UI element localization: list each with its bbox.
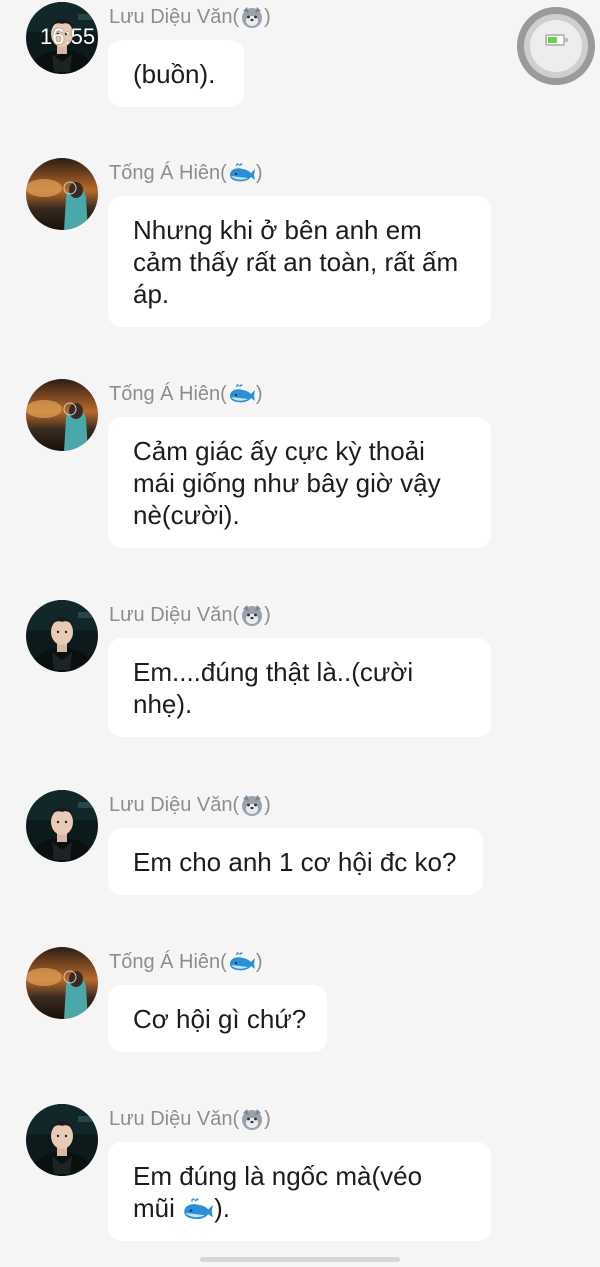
battery-icon xyxy=(545,34,568,46)
whale-icon xyxy=(228,952,256,972)
message-bubble: Em cho anh 1 cơ hội đc ko? xyxy=(108,828,483,895)
wolf-icon xyxy=(240,603,264,627)
home-indicator[interactable] xyxy=(200,1257,400,1262)
sender-name: Tống Á Hiên( ) xyxy=(109,162,263,184)
status-time: 16:55 xyxy=(40,24,96,49)
whale-icon xyxy=(228,163,256,183)
sender-name: Tống Á Hiên( ) xyxy=(109,383,263,405)
avatar[interactable] xyxy=(26,790,98,862)
sender-name: Lưu Diệu Văn( ) xyxy=(109,793,271,817)
message-bubble: (buồn). xyxy=(108,40,244,107)
assistive-touch-button[interactable] xyxy=(517,7,595,85)
avatar[interactable] xyxy=(26,158,98,230)
avatar[interactable] xyxy=(26,379,98,451)
message-bubble: Cảm giác ấy cực kỳ thoải mái giống như b… xyxy=(108,417,491,548)
sender-name: Lưu Diệu Văn( ) xyxy=(109,603,271,627)
message-bubble: Em....đúng thật là..(cười nhẹ). xyxy=(108,638,491,737)
avatar[interactable] xyxy=(26,600,98,672)
sender-name: Tống Á Hiên( ) xyxy=(109,951,263,973)
whale-icon xyxy=(228,384,256,404)
whale-icon xyxy=(182,1196,214,1228)
sender-name: Lưu Diệu Văn( ) xyxy=(109,5,271,29)
sender-name: Lưu Diệu Văn( ) xyxy=(109,1107,271,1131)
avatar[interactable] xyxy=(26,1104,98,1176)
wolf-icon xyxy=(240,793,264,817)
wolf-icon xyxy=(240,1107,264,1131)
message-bubble: Nhưng khi ở bên anh em cảm thấy rất an t… xyxy=(108,196,491,327)
wolf-icon xyxy=(240,5,264,29)
message-bubble: Cơ hội gì chứ? xyxy=(108,985,327,1052)
avatar[interactable] xyxy=(26,947,98,1019)
message-bubble: Em đúng là ngốc mà(véo mũi ). xyxy=(108,1142,491,1241)
